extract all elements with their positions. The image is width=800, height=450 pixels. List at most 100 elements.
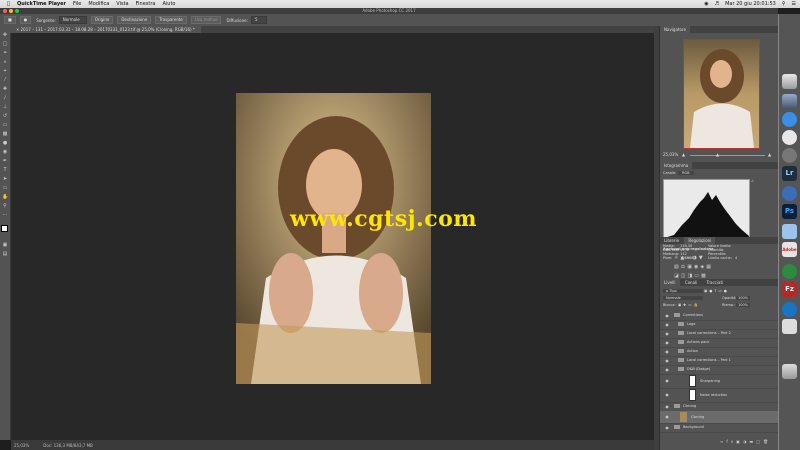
layer-row-noise-reduction[interactable]: ◉ Noise reduction <box>660 388 779 403</box>
eraser-tool-icon[interactable]: ▭ <box>2 122 8 128</box>
eye-icon[interactable]: ◉ <box>664 347 670 356</box>
document-size[interactable]: Doc: 136,3 MB/843,7 MB <box>43 443 93 448</box>
menu-app-name[interactable]: QuickTime Player <box>17 1 66 7</box>
globe-dock-icon[interactable] <box>782 186 797 201</box>
destinazione-button[interactable]: Destinazione <box>117 16 152 24</box>
color-lookup-adjustment-icon[interactable]: ▦ <box>706 264 713 270</box>
screen-mode-icon[interactable]: ▤ <box>2 251 8 257</box>
preview-dock-icon[interactable] <box>782 224 797 239</box>
document-tab[interactable]: × 2017 – 131 – 2017.03.31 – 18.08.28 – 2… <box>10 26 201 33</box>
type-tool-icon[interactable]: T <box>2 167 8 173</box>
eye-icon[interactable]: ◉ <box>664 320 670 329</box>
histogram-refresh-icon[interactable]: ⚠ <box>751 179 754 183</box>
new-layer-icon[interactable]: □ <box>756 439 763 444</box>
apple-icon[interactable]:  <box>7 1 10 7</box>
photoshop-dock-icon[interactable]: Ps <box>782 204 797 219</box>
navigator-thumbnail[interactable] <box>683 39 760 149</box>
pen-tool-icon[interactable]: ✒ <box>2 158 8 164</box>
tool-preset-icon[interactable]: ■ <box>4 16 16 24</box>
eye-icon[interactable]: ◉ <box>664 423 670 432</box>
delete-layer-icon[interactable]: 🗑 <box>763 439 771 444</box>
clone-stamp-tool-icon[interactable]: ⊥ <box>2 104 8 110</box>
fill-input[interactable]: 100% <box>736 303 751 307</box>
move-tool-icon[interactable]: ✥ <box>2 32 8 38</box>
layer-filter-icons[interactable]: ▣●T▭● <box>704 289 729 293</box>
lasso-tool-icon[interactable]: ⚭ <box>2 50 8 56</box>
history-brush-tool-icon[interactable]: ↺ <box>2 113 8 119</box>
foreground-color-swatch[interactable] <box>1 225 8 232</box>
dodge-tool-icon[interactable]: ◉ <box>2 149 8 155</box>
document-dock-icon[interactable] <box>782 319 797 334</box>
eye-icon[interactable]: ◉ <box>664 374 670 388</box>
trasparente-button[interactable]: Trasparente <box>155 16 187 24</box>
minimize-window-icon[interactable] <box>9 9 13 13</box>
adjustment-icons-grid[interactable]: ☼▲≈◑▼ ▧⚖▣◉◈▦ ◪◫◨▭▩ <box>674 254 744 282</box>
marquee-tool-icon[interactable]: □ <box>2 41 8 47</box>
gradient-tool-icon[interactable]: ▩ <box>2 131 8 137</box>
origine-button[interactable]: Origine <box>90 16 114 24</box>
menu-modifica[interactable]: Modifica <box>88 1 109 7</box>
menubar-clock[interactable]: Mar 20 giu 20:01:53 <box>725 1 776 7</box>
tab-regolazioni[interactable]: Regolazioni <box>684 237 716 244</box>
brush-tool-icon[interactable]: ∕ <box>2 95 8 101</box>
quick-mask-icon[interactable]: ▣ <box>2 242 8 248</box>
safari-dock-icon[interactable] <box>782 112 797 127</box>
launchpad-dock-icon[interactable] <box>782 74 797 89</box>
layer-row-sharpening[interactable]: ◉ Sharpening <box>660 374 779 389</box>
zoom-in-icon[interactable]: ▲ <box>768 152 771 157</box>
layer-mask-thumbnail[interactable] <box>689 375 696 387</box>
eye-icon[interactable]: ◉ <box>664 402 670 411</box>
zoom-level[interactable]: 25,03% <box>14 443 29 448</box>
menu-vista[interactable]: Vista <box>116 1 128 7</box>
close-window-icon[interactable] <box>3 9 7 13</box>
tab-librerie[interactable]: Librerie <box>660 238 683 243</box>
lightroom-dock-icon[interactable]: Lr <box>782 166 797 181</box>
add-mask-icon[interactable]: ▣ <box>736 439 743 444</box>
eye-icon[interactable]: ◉ <box>664 338 670 347</box>
layer-thumbnail[interactable] <box>680 412 687 422</box>
crop-tool-icon[interactable]: ⌖ <box>2 68 8 74</box>
trash-dock-icon[interactable] <box>782 364 797 379</box>
menu-finestra[interactable]: Finestra <box>136 1 156 7</box>
layer-row-background[interactable]: ◉ Background <box>660 423 779 433</box>
layer-mask-thumbnail[interactable] <box>689 389 696 401</box>
eyedropper-tool-icon[interactable]: ⁄ <box>2 77 8 83</box>
hand-tool-icon[interactable]: ✋ <box>2 194 8 200</box>
usa-motivo-button[interactable]: Usa motivo <box>190 16 222 24</box>
tab-navigator[interactable]: Navigatore <box>660 26 690 33</box>
quick-select-tool-icon[interactable]: ⁎ <box>2 59 8 65</box>
vibrance-adjustment-icon[interactable]: ▼ <box>699 255 705 261</box>
eye-icon[interactable]: ◉ <box>664 311 670 320</box>
zoom-tool-icon[interactable]: ⚲ <box>2 203 8 209</box>
filezilla-dock-icon[interactable]: Fz <box>782 282 797 297</box>
eye-icon[interactable]: ◉ <box>664 411 670 423</box>
search-icon[interactable]: ⚲ <box>782 1 786 7</box>
hue-sat-adjustment-icon[interactable]: ▧ <box>674 264 681 270</box>
clock-dock-icon[interactable] <box>782 130 797 145</box>
teamviewer-dock-icon[interactable] <box>782 302 797 317</box>
bw-adjustment-icon[interactable]: ▣ <box>687 264 694 270</box>
adobe-dock-icon[interactable]: Adobe <box>782 242 797 257</box>
layer-style-icon[interactable]: fx <box>726 439 736 444</box>
system-preferences-dock-icon[interactable] <box>782 148 797 163</box>
eye-icon[interactable]: ◉ <box>664 365 670 374</box>
blend-mode-select[interactable]: Normale <box>663 296 703 300</box>
zoom-out-icon[interactable]: ▲ <box>682 152 685 157</box>
eye-icon[interactable]: ◉ <box>664 329 670 338</box>
histogram-channel-select[interactable]: RGB <box>678 171 694 175</box>
more-tools-icon[interactable]: ⋯ <box>2 212 8 218</box>
healing-brush-tool-icon[interactable]: ✚ <box>2 86 8 92</box>
tab-canali[interactable]: Canali <box>681 280 701 285</box>
diffusione-select[interactable]: 5 <box>250 16 267 24</box>
shape-tool-icon[interactable]: ▭ <box>2 185 8 191</box>
volume-icon[interactable]: ♬ <box>715 1 719 7</box>
zoom-window-icon[interactable] <box>15 9 19 13</box>
layer-filter-select[interactable]: ρ Tipo <box>663 289 703 293</box>
opacity-input[interactable]: 100% <box>736 296 751 300</box>
document-image[interactable] <box>236 93 431 384</box>
green-app-dock-icon[interactable] <box>782 264 797 279</box>
menu-file[interactable]: File <box>73 1 81 7</box>
zoom-slider[interactable] <box>690 155 765 156</box>
sorgente-select[interactable]: Normale <box>58 16 87 24</box>
list-icon[interactable]: ☰ <box>792 1 796 7</box>
